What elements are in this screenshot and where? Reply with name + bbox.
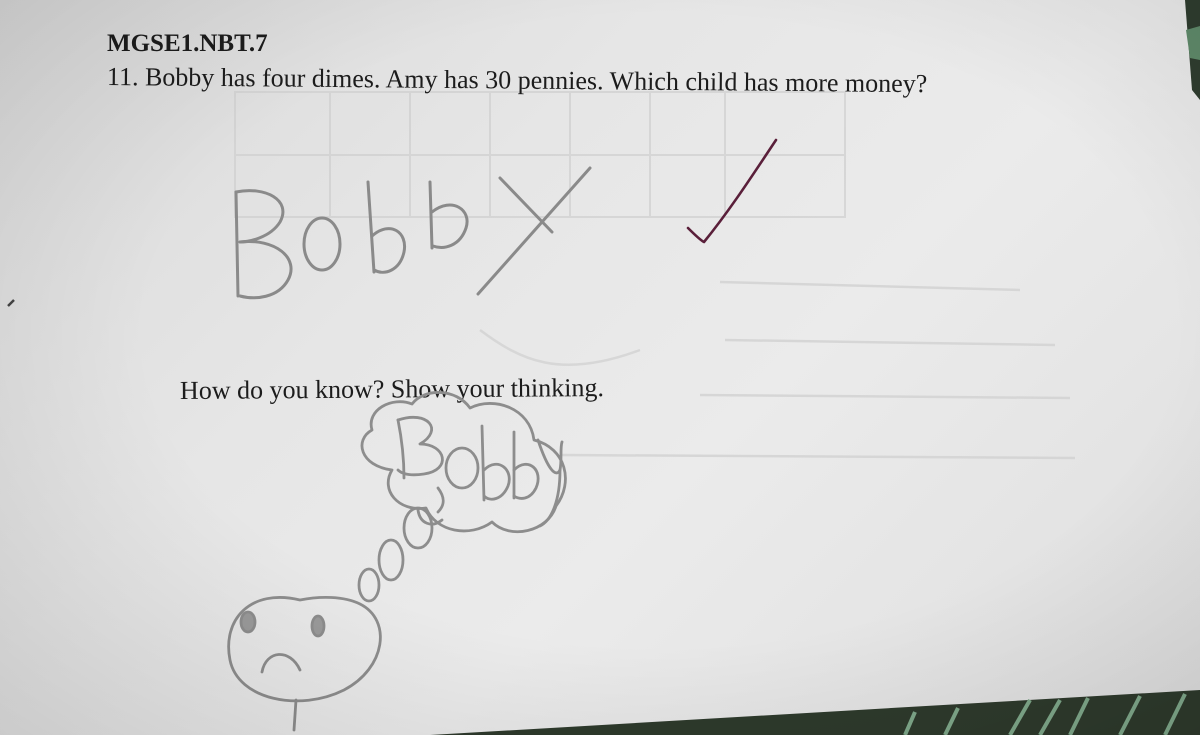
table-background: [430, 0, 1200, 735]
worksheet-photo: MGSE1.NBT.7 11. Bobby has four dimes. Am…: [0, 0, 1200, 735]
